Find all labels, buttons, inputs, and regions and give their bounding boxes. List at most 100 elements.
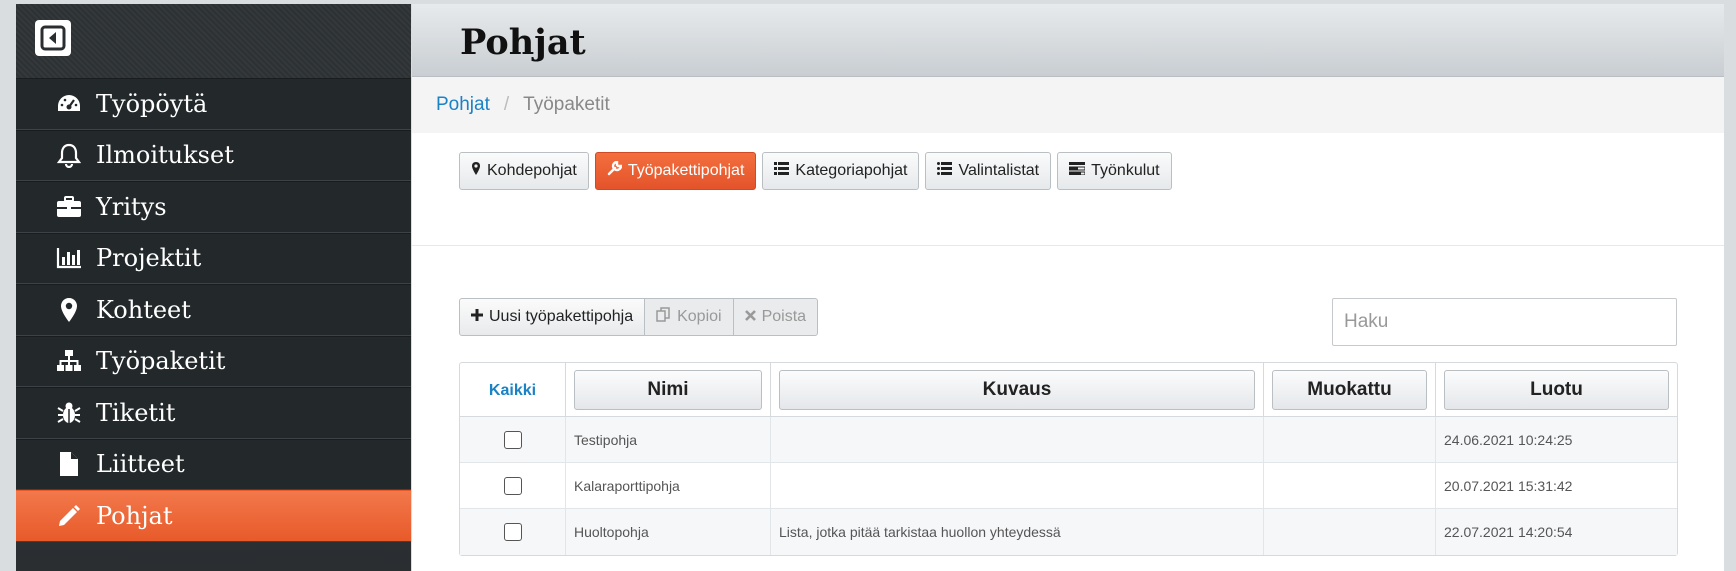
section-divider — [412, 245, 1724, 246]
tasks-icon — [1068, 162, 1086, 180]
sitemap-icon — [44, 349, 94, 373]
page-header: Pohjat — [412, 4, 1724, 77]
copy-label: Kopioi — [677, 308, 722, 325]
cell-description — [771, 463, 1264, 508]
sidebar-item-pohjat[interactable]: Pohjat — [16, 490, 411, 542]
sort-button-nimi[interactable]: Nimi — [574, 369, 762, 410]
list-ul-icon — [937, 162, 953, 180]
cell-modified — [1264, 509, 1436, 555]
tab-label: Työnkulut — [1091, 162, 1160, 179]
bug-icon — [44, 401, 94, 425]
close-icon — [744, 308, 756, 326]
breadcrumb-separator: / — [503, 94, 510, 115]
sidebar-item-label: Liitteet — [96, 450, 185, 479]
sidebar-item-yritys[interactable]: Yritys — [16, 181, 411, 233]
table-header: Kaikki Nimi Kuvaus Muokattu Luotu — [460, 363, 1677, 417]
column-header-muokattu: Muokattu — [1264, 363, 1436, 416]
cell-created: 22.07.2021 14:20:54 — [1444, 524, 1573, 540]
search-input[interactable] — [1332, 298, 1677, 346]
cell-name: Kalaraporttipohja — [566, 463, 771, 508]
select-all-link[interactable]: Kaikki — [489, 382, 536, 400]
sidebar-item-label: Kohteet — [96, 295, 191, 324]
caret-left-icon — [40, 25, 66, 51]
file-icon — [44, 451, 94, 477]
collapse-sidebar-button[interactable] — [35, 20, 71, 56]
map-marker-icon — [44, 297, 94, 323]
sidebar: Työpöytä Ilmoitukset Yritys Projektit Ko… — [16, 4, 411, 571]
sidebar-item-projektit[interactable]: Projektit — [16, 232, 411, 284]
sidebar-item-label: Työpöytä — [96, 89, 208, 118]
tab-tyonkulut[interactable]: Työnkulut — [1057, 152, 1172, 190]
table-row[interactable]: Kalaraporttipohja 20.07.2021 15:31:42 — [460, 463, 1677, 509]
cell-created: 20.07.2021 15:31:42 — [1444, 477, 1573, 494]
tab-kategoriapohjat[interactable]: Kategoriapohjat — [762, 152, 920, 190]
sidebar-item-tiketit[interactable]: Tiketit — [16, 387, 411, 439]
cell-description — [771, 417, 1264, 462]
copy-button[interactable]: Kopioi — [644, 298, 734, 336]
column-header-nimi: Nimi — [566, 363, 771, 416]
list-icon — [774, 162, 790, 180]
column-header-luotu: Luotu — [1436, 363, 1677, 416]
cell-modified — [1264, 417, 1436, 462]
cell-description: Lista, jotka pitää tarkistaa huollon yht… — [771, 509, 1264, 555]
sidebar-item-tyopaketit[interactable]: Työpaketit — [16, 335, 411, 387]
bell-icon — [44, 142, 94, 169]
sidebar-item-label: Projektit — [96, 244, 202, 273]
new-template-label: Uusi työpakettipohja — [489, 308, 634, 325]
tab-tyopakettipohjat[interactable]: Työpakettipohjat — [594, 152, 757, 190]
tab-kohdepohjat[interactable]: Kohdepohjat — [459, 152, 589, 190]
table-row[interactable]: Testipohja 24.06.2021 10:24:25 — [460, 417, 1677, 463]
sort-button-luotu[interactable]: Luotu — [1444, 369, 1669, 410]
breadcrumb-link-pohjat[interactable]: Pohjat — [436, 94, 490, 116]
page-title: Pohjat — [460, 22, 586, 63]
copy-icon — [656, 307, 671, 327]
sidebar-item-tyopoyta[interactable]: Työpöytä — [16, 78, 411, 130]
breadcrumb: Pohjat / Työpaketit — [412, 77, 1724, 133]
delete-button[interactable]: Poista — [732, 298, 819, 336]
map-marker-icon — [471, 161, 481, 181]
tab-label: Valintalistat — [958, 162, 1040, 179]
plus-icon — [471, 308, 483, 326]
tab-label: Kohdepohjat — [487, 162, 577, 179]
cell-created: 24.06.2021 10:24:25 — [1444, 431, 1573, 448]
sidebar-item-kohteet[interactable]: Kohteet — [16, 284, 411, 336]
main-content: Pohjat Pohjat / Työpaketit Kohdepohjat T… — [412, 4, 1724, 571]
tab-valintalistat[interactable]: Valintalistat — [925, 152, 1052, 190]
row-checkbox[interactable] — [503, 523, 522, 541]
row-select-cell — [460, 463, 566, 508]
bar-chart-icon — [44, 247, 94, 269]
templates-table: Kaikki Nimi Kuvaus Muokattu Luotu Testip… — [459, 362, 1678, 556]
sidebar-item-label: Pohjat — [96, 501, 173, 530]
sidebar-item-label: Yritys — [96, 192, 167, 221]
sidebar-item-label: Tiketit — [96, 398, 176, 427]
row-select-cell — [460, 417, 566, 462]
sidebar-nav: Työpöytä Ilmoitukset Yritys Projektit Ko… — [16, 78, 411, 542]
cell-name: Huoltopohja — [566, 509, 771, 555]
briefcase-icon — [44, 195, 94, 218]
sidebar-item-ilmoitukset[interactable]: Ilmoitukset — [16, 129, 411, 181]
column-header-kuvaus: Kuvaus — [771, 363, 1264, 416]
row-select-cell — [460, 509, 566, 555]
sidebar-item-label: Ilmoitukset — [96, 141, 234, 170]
select-all-header: Kaikki — [460, 363, 566, 416]
table-body: Testipohja 24.06.2021 10:24:25 Kalarapor… — [460, 417, 1677, 555]
sort-button-muokattu[interactable]: Muokattu — [1272, 369, 1427, 410]
new-template-button[interactable]: Uusi työpakettipohja — [459, 298, 646, 336]
sidebar-header — [16, 4, 411, 78]
cell-name: Testipohja — [566, 417, 771, 462]
pencil-icon — [44, 504, 94, 528]
sort-button-kuvaus[interactable]: Kuvaus — [779, 369, 1255, 410]
row-checkbox[interactable] — [503, 430, 522, 449]
tab-label: Kategoriapohjat — [795, 162, 908, 179]
tab-label: Työpakettipohjat — [627, 162, 745, 179]
row-checkbox[interactable] — [503, 476, 522, 495]
sidebar-item-label: Työpaketit — [96, 347, 226, 376]
cell-modified — [1264, 463, 1436, 508]
breadcrumb-current: Työpaketit — [523, 94, 610, 115]
action-toolbar: Uusi työpakettipohja Kopioi Poista — [459, 298, 819, 336]
dashboard-icon — [44, 93, 94, 115]
sidebar-item-liitteet[interactable]: Liitteet — [16, 438, 411, 490]
template-tabs: Kohdepohjat Työpakettipohjat Kategoriapo… — [459, 152, 1172, 190]
table-row[interactable]: Huoltopohja Lista, jotka pitää tarkistaa… — [460, 509, 1677, 555]
delete-label: Poista — [761, 308, 807, 325]
